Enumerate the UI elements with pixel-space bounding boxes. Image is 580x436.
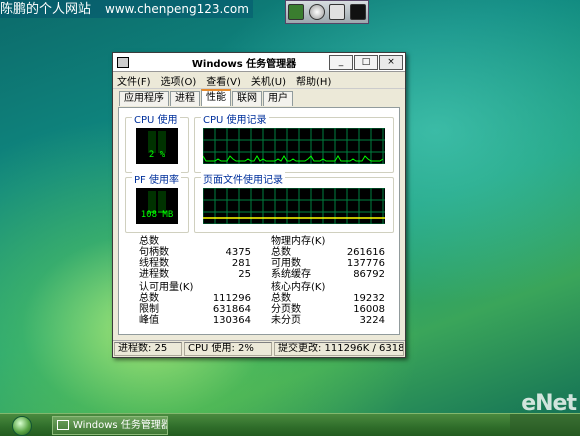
cpu-usage-label: CPU 使用 xyxy=(132,111,180,126)
menu-help[interactable]: 帮助(H) xyxy=(296,73,331,88)
totals-title: 总数 xyxy=(139,236,159,247)
stat-label: 进程数 xyxy=(139,269,169,280)
stat-row: 系统缓存 86792 xyxy=(271,269,385,280)
status-cpu: CPU 使用: 2% xyxy=(184,342,272,356)
close-button[interactable]: × xyxy=(379,54,403,70)
stat-row: 限制 631864 xyxy=(139,304,251,315)
totals-stats: 总数 句柄数 4375 线程数 281 进程数 25 xyxy=(139,236,251,280)
menu-bar: 文件(F) 选项(O) 查看(V) 关机(U) 帮助(H) xyxy=(113,72,405,89)
stat-label: 总数 xyxy=(271,247,291,258)
pf-usage-value: 108 MB xyxy=(140,210,174,220)
commit-charge-stats: 认可用量(K) 总数 111296 限制 631864 峰值 130364 xyxy=(139,282,251,326)
cpu-history-graph xyxy=(202,127,385,165)
menu-file[interactable]: 文件(F) xyxy=(117,73,151,88)
stat-label: 总数 xyxy=(271,293,291,304)
stat-label: 句柄数 xyxy=(139,247,169,258)
kernel-memory-title: 核心内存(K) xyxy=(271,282,326,293)
stat-label: 峰值 xyxy=(139,315,159,326)
cpu-usage-group: CPU 使用 2 % xyxy=(125,111,189,173)
task-manager-icon xyxy=(57,420,69,430)
maximize-button[interactable]: □ xyxy=(354,54,378,70)
stat-label: 系统缓存 xyxy=(271,269,311,280)
physical-memory-stats: 物理内存(K) 总数 261616 可用数 137776 系统缓存 86792 xyxy=(271,236,385,280)
stat-value: 25 xyxy=(238,269,251,280)
taskbar: Windows 任务管理器 xyxy=(0,413,580,436)
stat-value: 4375 xyxy=(225,247,251,258)
quick-launch-strip xyxy=(285,0,369,24)
monitor-icon[interactable] xyxy=(349,4,366,20)
stat-value: 631864 xyxy=(212,304,251,315)
tab-applications[interactable]: 应用程序 xyxy=(119,91,169,106)
stat-row: 峰值 130364 xyxy=(139,315,251,326)
tab-performance[interactable]: 性能 xyxy=(201,89,231,106)
stat-row: 未分页 3224 xyxy=(271,315,385,326)
stat-label: 未分页 xyxy=(271,315,301,326)
stat-label: 限制 xyxy=(139,304,159,315)
stat-value: 16008 xyxy=(353,304,385,315)
pf-history-graph xyxy=(202,187,385,225)
kernel-memory-stats: 核心内存(K) 总数 19232 分页数 16008 未分页 3224 xyxy=(271,282,385,326)
document-icon[interactable] xyxy=(329,4,346,20)
system-tray xyxy=(510,414,580,436)
physical-memory-title: 物理内存(K) xyxy=(271,236,326,247)
cpu-history-group: CPU 使用记录 xyxy=(194,111,394,173)
stat-row: 分页数 16008 xyxy=(271,304,385,315)
stat-label: 分页数 xyxy=(271,304,301,315)
stat-row: 进程数 25 xyxy=(139,269,251,280)
title-bar[interactable]: Windows 任务管理器 _ □ × xyxy=(113,53,405,72)
pf-usage-group: PF 使用率 108 MB xyxy=(125,171,189,233)
status-commit: 提交更改: 111296K / 631864 xyxy=(274,342,404,356)
site-header: 陈鹏的个人网站 www.chenpeng123.com xyxy=(0,0,253,18)
stat-value: 261616 xyxy=(346,247,385,258)
cpu-usage-value: 2 % xyxy=(148,150,166,160)
taskbar-button-label: Windows 任务管理器 xyxy=(73,420,168,431)
cpu-history-label: CPU 使用记录 xyxy=(201,111,269,126)
start-button[interactable] xyxy=(2,414,40,436)
cpu-usage-meter: 2 % xyxy=(136,128,178,164)
stat-row: 可用数 137776 xyxy=(271,258,385,269)
site-owner-title: 陈鹏的个人网站 xyxy=(0,2,92,17)
stat-label: 总数 xyxy=(139,293,159,304)
performance-panel: CPU 使用 2 % CPU 使用记录 PF 使用率 108 MB 页面文件使用… xyxy=(118,107,400,335)
stat-value: 3224 xyxy=(359,315,385,326)
cpu-history-line xyxy=(202,155,384,162)
stat-value: 19232 xyxy=(353,293,385,304)
stat-label: 可用数 xyxy=(271,258,301,269)
menu-options[interactable]: 选项(O) xyxy=(161,73,197,88)
window-title: Windows 任务管理器 xyxy=(191,58,297,70)
menu-shutdown[interactable]: 关机(U) xyxy=(251,73,286,88)
tab-users[interactable]: 用户 xyxy=(263,91,293,106)
pf-usage-meter: 108 MB xyxy=(136,188,178,224)
stat-row: 总数 111296 xyxy=(139,293,251,304)
menu-view[interactable]: 查看(V) xyxy=(206,73,241,88)
app-icon[interactable] xyxy=(288,4,305,20)
stat-value: 86792 xyxy=(353,269,385,280)
stat-value: 281 xyxy=(231,258,251,269)
pf-history-group: 页面文件使用记录 xyxy=(194,171,394,233)
clock-icon[interactable] xyxy=(308,4,325,20)
stat-value: 137776 xyxy=(346,258,385,269)
tab-networking[interactable]: 联网 xyxy=(232,91,262,106)
site-url: www.chenpeng123.com xyxy=(105,2,249,16)
stat-row: 线程数 281 xyxy=(139,258,251,269)
status-bar: 进程数: 25 CPU 使用: 2% 提交更改: 111296K / 63186… xyxy=(113,340,405,357)
stat-row: 总数 261616 xyxy=(271,247,385,258)
minimize-button[interactable]: _ xyxy=(329,54,353,70)
start-orb-icon xyxy=(12,416,32,436)
task-manager-window: Windows 任务管理器 _ □ × 文件(F) 选项(O) 查看(V) 关机… xyxy=(112,52,406,358)
commit-charge-title: 认可用量(K) xyxy=(139,282,194,293)
status-processes: 进程数: 25 xyxy=(114,342,182,356)
stat-row: 句柄数 4375 xyxy=(139,247,251,258)
tab-strip: 应用程序 进程 性能 联网 用户 xyxy=(119,89,293,106)
tab-processes[interactable]: 进程 xyxy=(170,91,200,106)
stat-value: 130364 xyxy=(212,315,251,326)
task-manager-icon xyxy=(117,56,129,68)
stat-label: 线程数 xyxy=(139,258,169,269)
taskbar-task-manager-button[interactable]: Windows 任务管理器 xyxy=(52,416,168,435)
pf-usage-label: PF 使用率 xyxy=(132,171,181,186)
stat-value: 111296 xyxy=(212,293,251,304)
stat-row: 总数 19232 xyxy=(271,293,385,304)
pf-history-label: 页面文件使用记录 xyxy=(201,171,285,186)
